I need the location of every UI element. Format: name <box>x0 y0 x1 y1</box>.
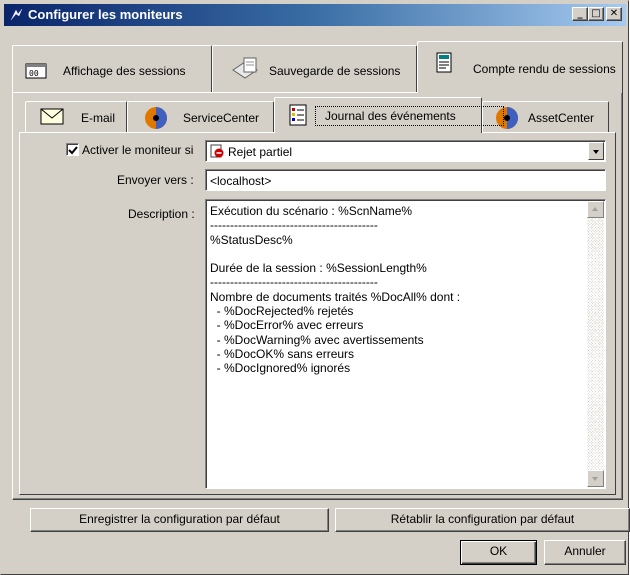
chevron-down-icon[interactable] <box>588 142 604 160</box>
scroll-up-button[interactable] <box>587 201 604 218</box>
enable-monitor-checkbox[interactable] <box>66 143 79 156</box>
close-button[interactable]: ✕ <box>606 7 622 21</box>
tab-servicecenter[interactable]: ServiceCenter <box>127 101 274 133</box>
tab-affichage-des-sessions[interactable]: 00 Affichage des sessions <box>12 45 212 93</box>
tab-label: ServiceCenter <box>183 111 260 125</box>
save-default-config-button[interactable]: Enregistrer la configuration par défaut <box>30 508 329 532</box>
envelope-icon <box>40 108 64 125</box>
configure-monitors-dialog: Configurer les moniteurs _ □ ✕ 00 Affich… <box>0 0 630 575</box>
description-textarea[interactable]: Exécution du scénario : %ScnName% ------… <box>205 199 606 489</box>
tab-label: AssetCenter <box>528 111 595 125</box>
tab-compte-rendu-de-sessions[interactable]: Compte rendu de sessions <box>417 41 623 93</box>
title-bar[interactable]: Configurer les moniteurs _ □ ✕ <box>4 4 626 26</box>
scroll-down-button[interactable] <box>587 470 604 487</box>
svg-text:00: 00 <box>29 69 39 78</box>
condition-select[interactable]: Rejet partiel <box>205 140 606 162</box>
event-log-icon <box>289 104 307 126</box>
restore-default-config-button[interactable]: Rétablir la configuration par défaut <box>335 508 630 532</box>
minimize-button[interactable]: _ <box>572 7 588 21</box>
tab-label: Sauvegarde de sessions <box>269 64 401 78</box>
send-to-value: <localhost> <box>210 174 272 188</box>
cancel-button[interactable]: Annuler <box>544 540 626 565</box>
servicecenter-icon <box>145 107 167 129</box>
tab-sauvegarde-de-sessions[interactable]: Sauvegarde de sessions <box>212 45 417 93</box>
enable-monitor-label[interactable]: Activer le moniteur si <box>82 143 193 157</box>
send-to-label: Envoyer vers : <box>117 173 194 187</box>
tab-label: Compte rendu de sessions <box>473 62 616 76</box>
tab-label: E-mail <box>81 111 116 125</box>
session-display-icon: 00 <box>25 63 47 79</box>
tab-journal-des-evenements[interactable]: Journal des événements <box>274 97 504 133</box>
tab-label: Journal des événements <box>325 109 456 123</box>
maximize-button[interactable]: □ <box>588 7 604 21</box>
save-sessions-icon <box>232 57 258 79</box>
send-to-input[interactable]: <localhost> <box>205 169 606 191</box>
description-text: Exécution du scénario : %ScnName% ------… <box>210 204 461 376</box>
condition-value: Rejet partiel <box>228 145 293 159</box>
partial-reject-icon <box>210 144 224 158</box>
window-title: Configurer les moniteurs <box>28 7 183 22</box>
description-label: Description : <box>128 207 195 221</box>
tab-email[interactable]: E-mail <box>25 101 127 133</box>
ok-button[interactable]: OK <box>460 540 537 565</box>
app-logo-icon <box>10 8 23 21</box>
vertical-scrollbar[interactable] <box>587 201 604 487</box>
report-sessions-icon <box>436 52 452 73</box>
tab-label: Affichage des sessions <box>63 64 186 78</box>
checkmark-icon <box>68 146 78 155</box>
